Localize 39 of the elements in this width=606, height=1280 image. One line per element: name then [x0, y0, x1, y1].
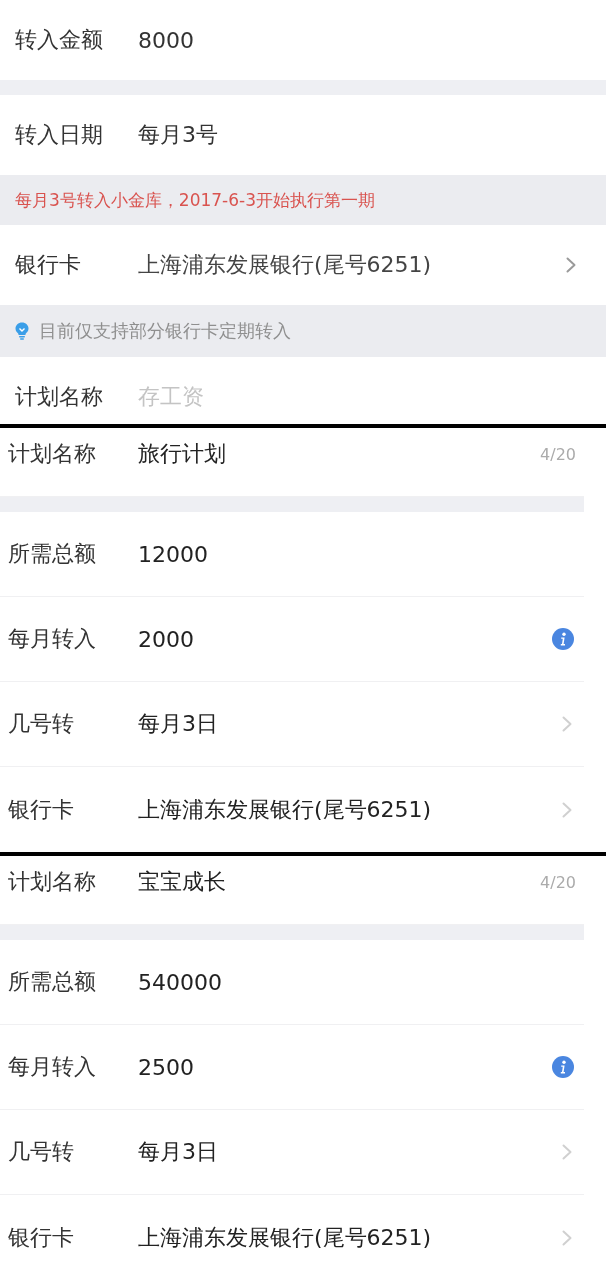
- text-input[interactable]: 8000: [138, 27, 576, 53]
- field-label: 几号转: [8, 1138, 75, 1166]
- field-label: 每月转入: [8, 1053, 97, 1081]
- field-label: 转入金额: [15, 26, 104, 54]
- field-label: 银行卡: [8, 1223, 75, 1252]
- text-input[interactable]: 宝宝成长: [138, 867, 541, 897]
- picker-value[interactable]: 每月3日: [138, 709, 218, 739]
- field-label: 所需总额: [8, 968, 97, 996]
- field-label: 转入日期: [15, 121, 104, 149]
- chevron-right-icon: [562, 801, 572, 818]
- chevron-right-icon: [566, 257, 576, 273]
- tip-text: 目前仅支持部分银行卡定期转入: [39, 319, 291, 343]
- picker-value[interactable]: 上海浦东发展银行(尾号6251): [138, 794, 432, 825]
- field-label: 所需总额: [8, 540, 97, 568]
- light-bulb-icon: [15, 322, 29, 340]
- text-input[interactable]: 2000: [138, 626, 552, 652]
- chevron-right-icon: [562, 716, 572, 732]
- field-label: 计划名称: [8, 868, 97, 896]
- text-input[interactable]: 旅行计划: [138, 439, 541, 469]
- field-label: 银行卡: [8, 795, 75, 824]
- text-input[interactable]: 2500: [138, 1054, 552, 1080]
- notice-banner: 每月3号转入小金库，2017-6-3开始执行第一期: [0, 175, 606, 225]
- field-label: 计划名称: [15, 383, 104, 411]
- picker-value[interactable]: 每月3日: [138, 1137, 218, 1167]
- chevron-right-icon: [562, 1229, 572, 1246]
- text-input[interactable]: 12000: [138, 541, 578, 567]
- character-counter: 4/20: [540, 444, 576, 464]
- text-input[interactable]: 每月3号: [138, 120, 576, 150]
- field-label: 银行卡: [15, 251, 82, 279]
- chevron-right-icon: [562, 1144, 572, 1160]
- info-icon[interactable]: [552, 628, 574, 650]
- character-counter: 4/20: [540, 872, 576, 892]
- field-label: 计划名称: [8, 440, 97, 468]
- field-label: 每月转入: [8, 625, 97, 653]
- info-icon[interactable]: [552, 1056, 574, 1078]
- field-label: 几号转: [8, 710, 75, 738]
- text-input[interactable]: 540000: [138, 969, 578, 995]
- picker-value[interactable]: 上海浦东发展银行(尾号6251): [138, 250, 432, 280]
- picker-value[interactable]: 上海浦东发展银行(尾号6251): [138, 1222, 432, 1253]
